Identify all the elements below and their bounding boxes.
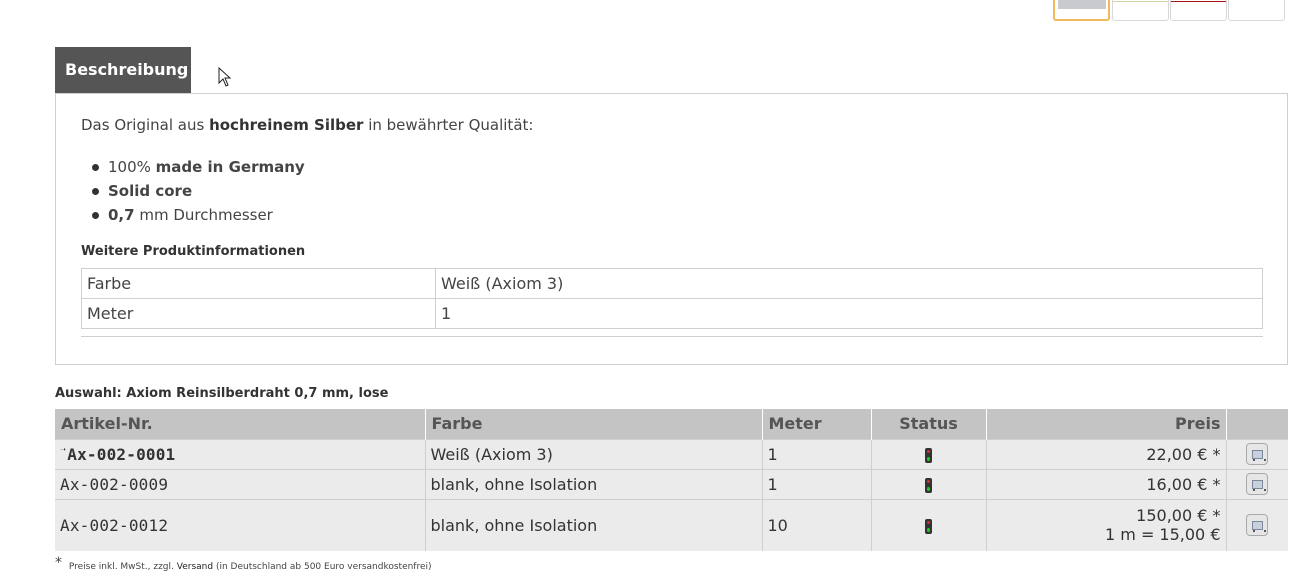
product-info-table: Farbe Weiß (Axiom 3) Meter 1 (81, 268, 1263, 329)
thumbnail-4[interactable] (1228, 0, 1285, 21)
price-value: 150,00 € * (1136, 506, 1221, 526)
header-price: Preis (985, 409, 1226, 439)
table-row[interactable]: ➝Ax-002-0001 Weiß (Axiom 3) 1 22,00 € * (55, 438, 1288, 469)
intro-highlight: hochreinem Silber (209, 116, 364, 134)
variant-meter: 10 (761, 498, 871, 551)
header-meter: Meter (761, 409, 871, 439)
intro-text: Das Original aus (81, 116, 210, 134)
thumbnail-3[interactable] (1170, 0, 1227, 21)
info-label: Farbe (81, 268, 436, 299)
price-cell: 22,00 € * (985, 438, 1226, 469)
thumbnail-image (1058, 0, 1106, 9)
variant-color: blank, ohne Isolation (424, 468, 762, 499)
thumbnail-strip (1053, 0, 1288, 22)
traffic-light-icon (925, 447, 932, 463)
action-cell (1225, 438, 1288, 469)
article-number[interactable]: ➝Ax-002-0001 (55, 438, 425, 469)
variant-meter: 1 (761, 468, 871, 499)
feature-item: Solid core (92, 181, 305, 205)
status-cell (870, 498, 986, 551)
mouse-cursor-icon (218, 67, 232, 87)
article-number[interactable]: Ax-002-0009 (55, 468, 425, 499)
description-panel: Das Original aus hochreinem Silber in be… (55, 93, 1288, 365)
thumbnail-2[interactable] (1112, 0, 1169, 21)
status-cell (870, 438, 986, 469)
thumbnail-1[interactable] (1053, 0, 1110, 21)
price-cell: 16,00 € * (985, 468, 1226, 499)
action-cell (1225, 468, 1288, 499)
traffic-light-icon (925, 518, 932, 534)
shipping-link[interactable]: Versand (177, 562, 213, 572)
variant-color: blank, ohne Isolation (424, 498, 762, 551)
more-info-heading: Weitere Produktinformationen (81, 244, 306, 259)
add-to-cart-icon[interactable] (1246, 473, 1269, 495)
header-action (1225, 409, 1288, 439)
info-value: 1 (435, 298, 1263, 329)
table-row[interactable]: Ax-002-0012 blank, ohne Isolation 10 150… (55, 498, 1288, 551)
current-article-arrow-icon: ➝ (60, 444, 67, 456)
header-status: Status (870, 409, 986, 439)
info-label: Meter (81, 298, 436, 329)
table-row[interactable]: Ax-002-0009 blank, ohne Isolation 1 16,0… (55, 468, 1288, 499)
feature-item: 100% made in Germany (92, 157, 305, 181)
description-intro: Das Original aus hochreinem Silber in be… (81, 116, 533, 134)
table-row: Meter 1 (81, 298, 1263, 329)
intro-text-end: in bewährter Qualität: (363, 116, 534, 134)
add-to-cart-icon[interactable] (1246, 443, 1269, 465)
thumbnail-image (1171, 1, 1226, 2)
variant-table: Artikel-Nr. Farbe Meter Status Preis ➝Ax… (55, 409, 1288, 551)
tab-beschreibung[interactable]: Beschreibung (55, 47, 191, 93)
traffic-light-icon (925, 477, 932, 493)
article-number[interactable]: Ax-002-0012 (55, 498, 425, 551)
feature-item: 0,7 mm Durchmesser (92, 205, 305, 229)
info-value: Weiß (Axiom 3) (435, 268, 1263, 299)
variant-meter: 1 (761, 438, 871, 469)
table-header-row: Artikel-Nr. Farbe Meter Status Preis (55, 409, 1288, 439)
divider (81, 336, 1263, 337)
status-cell (870, 468, 986, 499)
feature-list: 100% made in Germany Solid core 0,7 mm D… (92, 157, 305, 229)
thumbnail-image (1113, 1, 1168, 2)
unit-price: 1 m = 15,00 € (1105, 525, 1221, 545)
price-cell: 150,00 € * 1 m = 15,00 € (985, 498, 1226, 551)
header-article: Artikel-Nr. (55, 409, 425, 439)
add-to-cart-icon[interactable] (1246, 514, 1269, 537)
variant-color: Weiß (Axiom 3) (424, 438, 762, 469)
price-footnote: * Preise inkl. MwSt., zzgl. Versand (in … (55, 555, 432, 572)
selection-heading: Auswahl: Axiom Reinsilberdraht 0,7 mm, l… (55, 386, 389, 401)
action-cell (1225, 498, 1288, 551)
table-row: Farbe Weiß (Axiom 3) (81, 268, 1263, 299)
header-color: Farbe (424, 409, 762, 439)
